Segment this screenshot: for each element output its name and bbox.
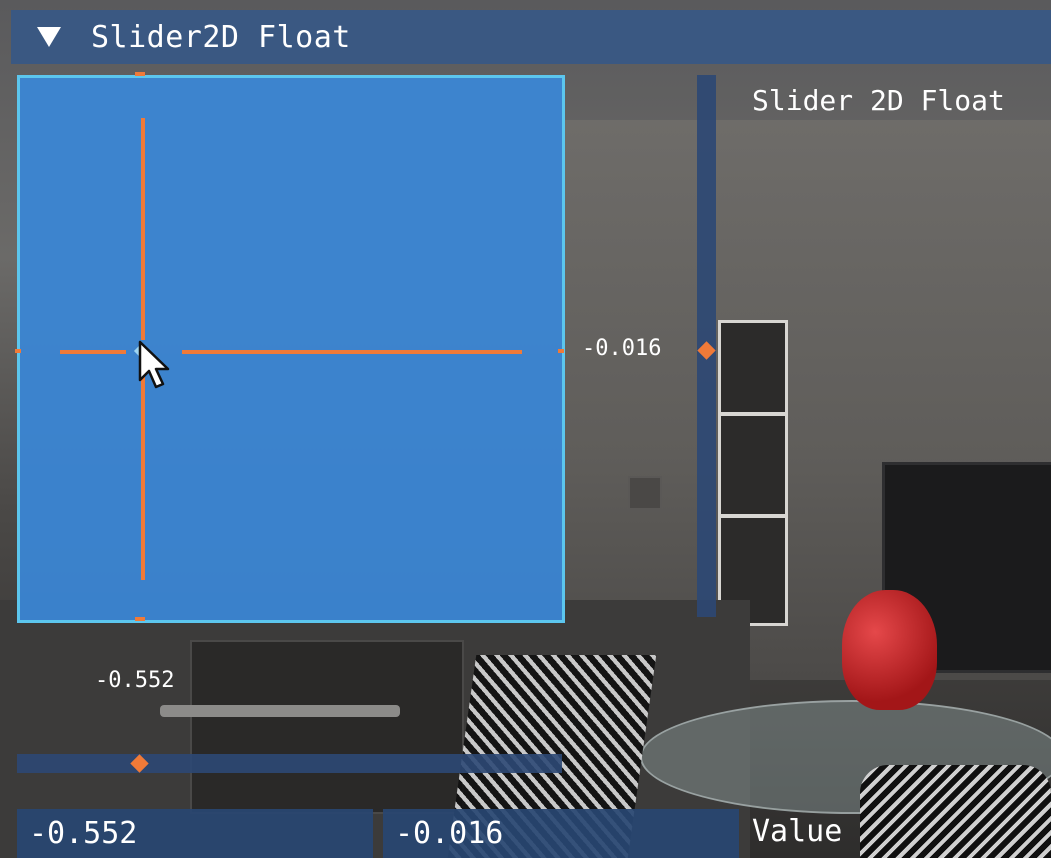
edge-tick-right bbox=[558, 349, 564, 353]
y-value-text: -0.016 bbox=[582, 336, 662, 361]
crosshair-horizontal-right bbox=[182, 350, 522, 354]
background-oven-handle bbox=[160, 705, 400, 717]
background-vase bbox=[842, 590, 937, 710]
edge-tick-top bbox=[135, 72, 145, 76]
header-title: Slider2D Float bbox=[91, 19, 351, 55]
background-shelf-divider bbox=[718, 514, 788, 518]
collapsing-header[interactable]: Slider2D Float bbox=[11, 10, 1051, 64]
y-value-input[interactable]: -0.016 bbox=[383, 809, 739, 858]
background-oven bbox=[190, 640, 464, 814]
x-value-text: -0.552 bbox=[95, 668, 175, 693]
x-value-input[interactable]: -0.552 bbox=[17, 809, 373, 858]
triangle-down-icon[interactable] bbox=[37, 27, 61, 47]
horizontal-slider[interactable] bbox=[17, 754, 562, 773]
slider2d-label: Slider 2D Float bbox=[752, 84, 1005, 117]
value-label: Value bbox=[752, 814, 843, 849]
background-shelf bbox=[718, 320, 788, 626]
slider2d-pad[interactable] bbox=[17, 75, 565, 623]
background-socket bbox=[628, 476, 662, 510]
edge-tick-left bbox=[15, 349, 21, 353]
background-shelf-divider bbox=[718, 412, 788, 416]
mouse-pointer-icon bbox=[138, 340, 170, 389]
crosshair-horizontal-left bbox=[60, 350, 126, 354]
background-chair bbox=[860, 765, 1051, 858]
crosshair-vertical-bottom bbox=[141, 361, 145, 580]
crosshair-vertical-top bbox=[141, 118, 145, 340]
edge-tick-bottom bbox=[135, 617, 145, 621]
